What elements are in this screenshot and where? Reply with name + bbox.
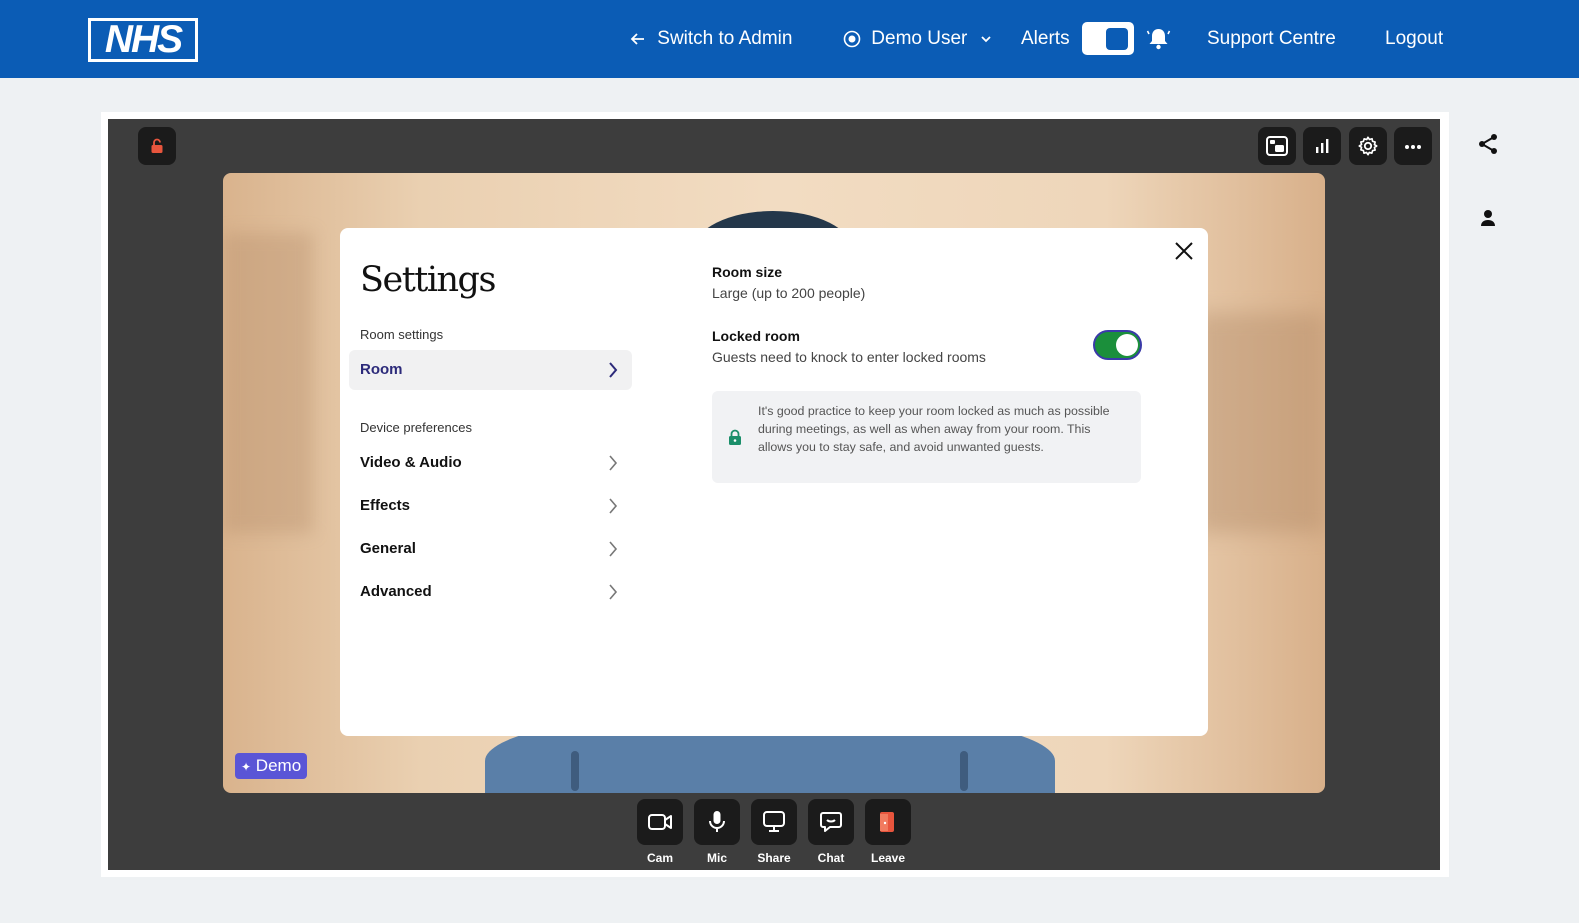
- alerts-toggle-knob: [1106, 28, 1128, 50]
- settings-menu-general-label: General: [360, 540, 416, 557]
- user-menu[interactable]: Demo User: [843, 26, 993, 52]
- settings-menu-effects[interactable]: Effects: [349, 486, 632, 526]
- switch-to-admin-link[interactable]: Switch to Admin: [630, 26, 792, 52]
- logout-link[interactable]: Logout: [1385, 26, 1443, 52]
- settings-menu-room[interactable]: Room: [349, 350, 632, 390]
- more-options-button[interactable]: [1394, 127, 1432, 165]
- share-label: Share: [757, 851, 791, 865]
- settings-menu-room-label: Room: [360, 361, 403, 378]
- locked-room-title: Locked room: [712, 328, 800, 344]
- settings-menu-video-audio[interactable]: Video & Audio: [349, 443, 632, 483]
- leave-button[interactable]: [865, 799, 911, 845]
- door-exit-icon: [880, 812, 894, 832]
- leave-label: Leave: [870, 851, 906, 865]
- settings-menu-video-audio-label: Video & Audio: [360, 454, 462, 471]
- bell-icon[interactable]: [1146, 26, 1171, 51]
- picture-in-picture-icon: [1266, 136, 1288, 156]
- stats-button[interactable]: [1303, 127, 1341, 165]
- unlock-icon: [151, 138, 163, 153]
- camera-icon: [648, 814, 672, 830]
- mic-label: Mic: [706, 851, 727, 865]
- lock-info-text: It's good practice to keep your room loc…: [758, 404, 1110, 454]
- person-icon: [1481, 210, 1495, 226]
- settings-modal: Settings Room settings Room Device prefe…: [340, 228, 1208, 736]
- alerts-toggle[interactable]: [1082, 22, 1134, 55]
- settings-title: Settings: [360, 260, 496, 300]
- chevron-right-icon: [609, 498, 618, 514]
- demo-badge: ✦ Demo: [235, 753, 308, 779]
- settings-menu-effects-label: Effects: [360, 497, 411, 514]
- support-centre-link[interactable]: Support Centre: [1207, 26, 1336, 52]
- user-circle-icon: [843, 30, 861, 48]
- settings-menu-advanced-label: Advanced: [360, 583, 432, 600]
- background-blur-right: [1195, 313, 1325, 533]
- close-icon[interactable]: [1173, 240, 1195, 262]
- hoodie-string-left: [571, 751, 579, 791]
- share-side-button[interactable]: [1462, 118, 1514, 170]
- gear-icon: [1358, 136, 1378, 156]
- share-icon: [1479, 134, 1497, 154]
- microphone-icon: [709, 811, 725, 832]
- chevron-right-icon: [609, 362, 618, 378]
- settings-menu-general[interactable]: General: [349, 529, 632, 569]
- nhs-logo-text: NHS: [91, 20, 195, 59]
- locked-room-description: Guests need to knock to enter locked roo…: [712, 349, 986, 365]
- bar-chart-icon: [1316, 139, 1329, 153]
- device-preferences-label: Device preferences: [360, 420, 472, 435]
- locked-room-toggle[interactable]: [1093, 330, 1142, 360]
- room-settings-label: Room settings: [360, 327, 444, 342]
- demo-badge-label: Demo: [255, 756, 302, 775]
- background-blur-left: [223, 233, 313, 533]
- chevron-right-icon: [609, 584, 618, 600]
- locked-room-toggle-knob: [1116, 334, 1138, 356]
- chat-button[interactable]: [808, 799, 854, 845]
- lock-icon: [729, 429, 741, 445]
- top-navigation-bar: NHS Switch to Admin Demo User Alerts Sup…: [0, 0, 1579, 78]
- room-size-title: Room size: [712, 264, 783, 280]
- monitor-icon: [763, 811, 785, 832]
- sparkle-icon: ✦: [241, 760, 252, 774]
- lock-info-box: It's good practice to keep your room loc…: [712, 391, 1141, 483]
- switch-to-admin-label: Switch to Admin: [657, 28, 793, 49]
- alerts-label: Alerts: [1021, 28, 1070, 49]
- settings-menu-advanced[interactable]: Advanced: [349, 572, 632, 612]
- nhs-logo[interactable]: NHS: [88, 18, 198, 62]
- chevron-right-icon: [609, 455, 618, 471]
- settings-button[interactable]: [1349, 127, 1387, 165]
- room-lock-button[interactable]: [138, 127, 176, 165]
- arrow-left-icon: [630, 33, 644, 45]
- chat-icon: [820, 812, 842, 832]
- more-horizontal-icon: [1405, 145, 1421, 149]
- mic-button[interactable]: [694, 799, 740, 845]
- chevron-right-icon: [609, 541, 618, 557]
- participants-side-button[interactable]: [1462, 192, 1514, 244]
- hoodie-string-right: [960, 751, 968, 791]
- cam-button[interactable]: [637, 799, 683, 845]
- share-screen-button[interactable]: [751, 799, 797, 845]
- chevron-down-icon: [981, 36, 991, 43]
- chat-label: Chat: [817, 851, 845, 865]
- user-name: Demo User: [871, 28, 968, 49]
- picture-in-picture-button[interactable]: [1258, 127, 1296, 165]
- room-size-value: Large (up to 200 people): [712, 285, 866, 301]
- cam-label: Cam: [646, 851, 673, 865]
